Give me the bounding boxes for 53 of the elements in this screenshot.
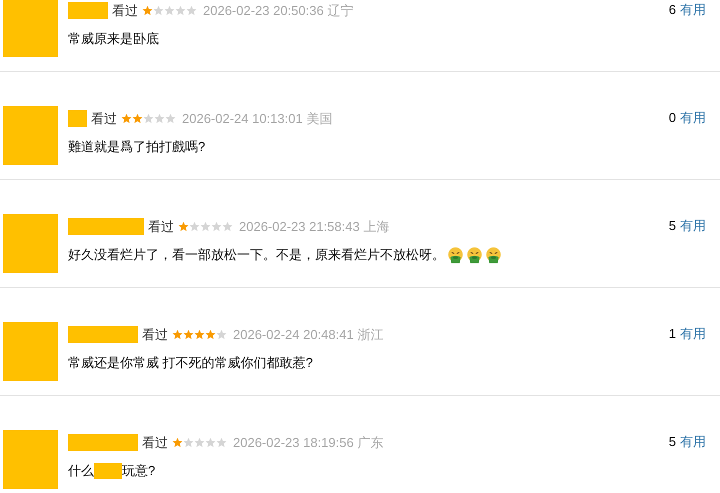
comment-location: 广东 xyxy=(358,434,384,450)
comment-time: 2026-02-23 21:58:43 xyxy=(239,218,360,234)
filled-star-icon xyxy=(172,329,183,340)
username-redaction xyxy=(68,434,138,451)
filled-star-icon xyxy=(142,5,153,16)
watch-status: 看过 xyxy=(148,218,174,234)
username-redaction xyxy=(68,326,138,343)
comment-time: 2026-02-23 18:19:56 xyxy=(233,434,354,450)
watch-status: 看过 xyxy=(142,434,168,450)
username-redaction xyxy=(68,2,108,19)
filled-star-icon xyxy=(194,329,205,340)
useful-link[interactable]: 有用 xyxy=(680,326,706,342)
avatar-redaction xyxy=(3,430,58,489)
comment-location: 上海 xyxy=(364,218,390,234)
vomiting-face-icon xyxy=(485,246,502,264)
avatar-redaction xyxy=(3,0,58,57)
useful-link[interactable]: 有用 xyxy=(680,2,706,18)
comment-text: 常威原来是卧底 xyxy=(68,30,159,48)
watch-status: 看过 xyxy=(142,326,168,342)
comment-time: 2026-02-24 10:13:01 xyxy=(182,110,303,126)
comment-text: 什么 xyxy=(68,462,94,480)
avatar-redaction xyxy=(3,106,58,165)
watch-status: 看过 xyxy=(91,110,117,126)
filled-star-icon xyxy=(183,329,194,340)
useful-count: 6 xyxy=(668,2,676,18)
comment-text: 玩意? xyxy=(122,462,156,480)
useful-link[interactable]: 有用 xyxy=(680,218,706,234)
comment-location: 辽宁 xyxy=(328,2,354,18)
text-redaction xyxy=(94,463,122,479)
comment-text: 難道就是爲了拍打戲嗎? xyxy=(68,138,206,156)
useful-count: 5 xyxy=(668,434,676,450)
username-redaction xyxy=(68,110,87,127)
filled-star-icon xyxy=(205,329,216,340)
comment-text: 常威还是你常威 打不死的常威你们都敢惹? xyxy=(68,354,313,372)
comment-time: 2026-02-23 20:50:36 xyxy=(203,2,324,18)
filled-star-icon xyxy=(132,113,143,124)
vomiting-face-icon xyxy=(447,246,464,264)
avatar-redaction xyxy=(3,214,58,273)
useful-count: 5 xyxy=(668,218,676,234)
vomiting-face-icon xyxy=(466,246,483,264)
filled-star-icon xyxy=(121,113,132,124)
comment-location: 浙江 xyxy=(358,326,384,342)
useful-count: 0 xyxy=(668,110,676,126)
useful-count: 1 xyxy=(668,326,676,342)
comment-location: 美国 xyxy=(306,110,333,126)
useful-link[interactable]: 有用 xyxy=(680,110,706,126)
filled-star-icon xyxy=(172,437,183,448)
useful-link[interactable]: 有用 xyxy=(680,434,706,450)
watch-status: 看过 xyxy=(112,2,138,18)
filled-star-icon xyxy=(178,221,189,232)
comment-time: 2026-02-24 20:48:41 xyxy=(233,326,354,342)
avatar-redaction xyxy=(3,322,58,381)
comment-text: 好久没看烂片了，看一部放松一下。不是，原来看烂片不放松呀。 xyxy=(68,246,445,264)
